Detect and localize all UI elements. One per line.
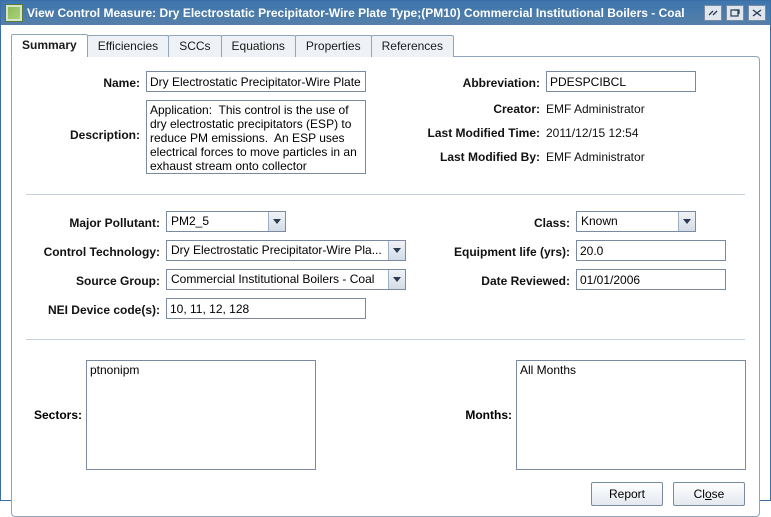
divider-2 — [26, 339, 745, 340]
lastmod-value: 2011/12/15 12:54 — [546, 124, 639, 140]
creator-label: Creator: — [406, 100, 546, 116]
details-right: Class: Known Equipment life (yrs): Date … — [446, 211, 745, 327]
lastmodby-value: EMF Administrator — [546, 148, 645, 164]
class-select[interactable]: Known — [576, 211, 696, 232]
datereviewed-input[interactable] — [576, 269, 726, 290]
app-icon — [5, 4, 23, 22]
list-item[interactable]: All Months — [520, 363, 742, 377]
tab-properties[interactable]: Properties — [295, 35, 372, 57]
tech-value: Dry Electrostatic Precipitator-Wire Pla.… — [167, 241, 388, 260]
chevron-down-icon[interactable] — [268, 212, 285, 231]
months-listbox[interactable]: All Months — [516, 360, 746, 470]
summary-right: Abbreviation: Creator: EMF Administrator… — [406, 71, 745, 182]
lastmodby-label: Last Modified By: — [406, 148, 546, 164]
datereviewed-label: Date Reviewed: — [446, 272, 576, 288]
close-button-suffix: se — [712, 487, 725, 501]
lastmod-label: Last Modified Time: — [406, 124, 546, 140]
tab-sccs[interactable]: SCCs — [168, 35, 221, 57]
tab-references[interactable]: References — [371, 35, 454, 57]
summary-top: Name: Description: Application: This con… — [26, 71, 745, 182]
control-measure-window: View Control Measure: Dry Electrostatic … — [0, 0, 771, 501]
title-bar[interactable]: View Control Measure: Dry Electrostatic … — [1, 1, 770, 25]
chevron-down-icon[interactable] — [388, 270, 405, 289]
tech-select[interactable]: Dry Electrostatic Precipitator-Wire Pla.… — [166, 240, 406, 261]
tab-summary[interactable]: Summary — [11, 34, 88, 57]
window-title: View Control Measure: Dry Electrostatic … — [27, 6, 704, 20]
description-textarea[interactable]: Application: This control is the use of … — [146, 100, 366, 174]
chevron-down-icon[interactable] — [388, 241, 405, 260]
class-value: Known — [577, 212, 678, 231]
pollutant-value: PM2_5 — [167, 212, 268, 231]
close-button-mnemonic: o — [705, 487, 712, 501]
sectors-listbox[interactable]: ptnonipm — [86, 360, 316, 470]
abbreviation-input[interactable] — [546, 71, 696, 92]
months-label: Months: — [456, 408, 516, 422]
group-select[interactable]: Commercial Institutional Boilers - Coal — [166, 269, 406, 290]
name-label: Name: — [26, 74, 146, 90]
content-area: Summary Efficiencies SCCs Equations Prop… — [1, 25, 770, 500]
tab-strip: Summary Efficiencies SCCs Equations Prop… — [11, 33, 760, 56]
eqlife-input[interactable] — [576, 240, 726, 261]
nei-label: NEI Device code(s): — [26, 301, 166, 317]
close-button[interactable]: Close — [673, 482, 745, 506]
creator-value: EMF Administrator — [546, 100, 645, 116]
close-button-prefix: Cl — [694, 487, 705, 501]
name-input[interactable] — [146, 71, 366, 92]
chevron-down-icon[interactable] — [678, 212, 695, 231]
group-value: Commercial Institutional Boilers - Coal — [167, 270, 388, 289]
minimize-icon[interactable] — [704, 5, 722, 21]
tab-efficiencies[interactable]: Efficiencies — [87, 35, 169, 57]
report-button[interactable]: Report — [591, 482, 663, 506]
details-left: Major Pollutant: PM2_5 Control Technolog… — [26, 211, 406, 327]
maximize-icon[interactable] — [726, 5, 744, 21]
pollutant-label: Major Pollutant: — [26, 214, 166, 230]
details-block: Major Pollutant: PM2_5 Control Technolog… — [26, 211, 745, 327]
pollutant-select[interactable]: PM2_5 — [166, 211, 286, 232]
nei-input[interactable] — [166, 298, 366, 319]
bottom-section: Sectors: ptnonipm Months: All Months — [26, 360, 745, 470]
months-col: Months: All Months — [456, 360, 746, 470]
tech-label: Control Technology: — [26, 243, 166, 259]
eqlife-label: Equipment life (yrs): — [446, 243, 576, 259]
divider-1 — [26, 194, 745, 195]
abbreviation-label: Abbreviation: — [406, 74, 546, 90]
window-buttons — [704, 5, 766, 21]
tab-equations[interactable]: Equations — [221, 35, 296, 57]
summary-left: Name: Description: Application: This con… — [26, 71, 366, 182]
list-item[interactable]: ptnonipm — [90, 363, 312, 377]
description-label: Description: — [26, 100, 146, 142]
group-label: Source Group: — [26, 272, 166, 288]
sectors-label: Sectors: — [26, 408, 86, 422]
close-icon[interactable] — [748, 5, 766, 21]
class-label: Class: — [446, 214, 576, 230]
tab-panel: Name: Description: Application: This con… — [11, 56, 760, 517]
sectors-col: Sectors: ptnonipm — [26, 360, 316, 470]
